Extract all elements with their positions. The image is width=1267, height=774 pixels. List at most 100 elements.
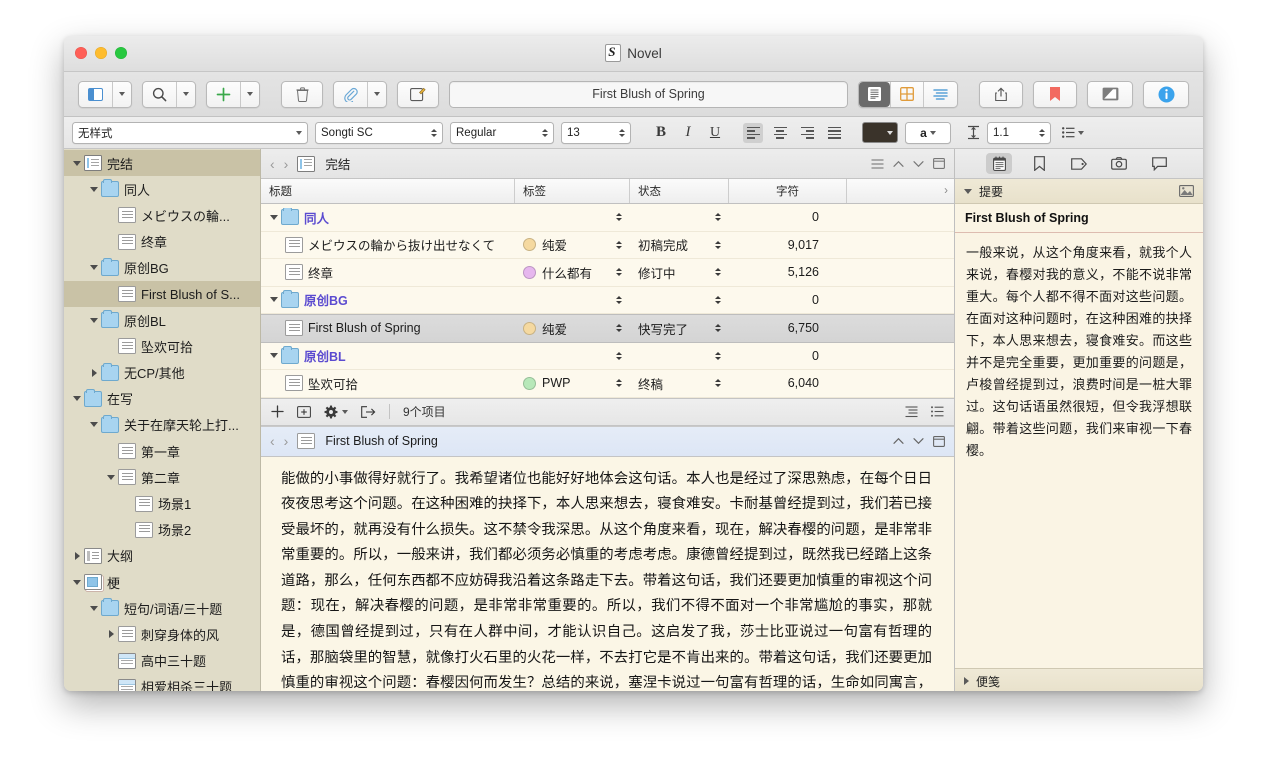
binder-item[interactable]: 原创BL xyxy=(64,307,260,333)
outliner-row[interactable]: 原创BL 0 xyxy=(261,343,954,370)
disclosure-triangle-icon[interactable] xyxy=(87,317,101,323)
chevron-up-icon[interactable] xyxy=(893,437,904,445)
search-button-group[interactable] xyxy=(142,80,196,108)
binder-item[interactable]: 终章 xyxy=(64,229,260,255)
disclosure-triangle-icon[interactable] xyxy=(267,353,281,359)
binder-item[interactable]: 高中三十题 xyxy=(64,648,260,674)
binder-item[interactable]: First Blush of S... xyxy=(64,280,260,308)
chevron-right-icon[interactable]: › xyxy=(284,156,289,172)
new-folder-icon[interactable] xyxy=(297,405,311,418)
view-corkboard-icon[interactable] xyxy=(890,81,923,107)
outliner-cell-status[interactable]: 快写完了 xyxy=(630,319,729,338)
stepper-icon[interactable] xyxy=(616,240,622,249)
synopsis-body[interactable]: 一般来说，从这个角度来看，就我个人来说，春樱对我的意义，不能不说非常重大。每个人… xyxy=(955,233,1203,668)
stepper-icon[interactable] xyxy=(616,295,622,304)
panel-layout-icon[interactable] xyxy=(79,82,112,107)
binder-item[interactable]: 坠欢可拾 xyxy=(64,333,260,359)
stepper-icon[interactable] xyxy=(616,351,622,360)
search-icon[interactable] xyxy=(143,82,176,107)
outliner-cell-title[interactable]: First Blush of Spring xyxy=(261,320,515,337)
split-view-icon[interactable] xyxy=(933,435,945,447)
stepper-icon[interactable] xyxy=(715,213,721,222)
disclosure-open-icon[interactable] xyxy=(964,188,972,194)
disclosure-triangle-icon[interactable] xyxy=(104,630,118,639)
stepper-icon[interactable] xyxy=(715,351,721,360)
outliner-cell-label[interactable]: 纯爱 xyxy=(515,235,630,254)
align-center-icon[interactable] xyxy=(770,123,790,143)
outliner-column-headers[interactable]: 标题 标签 状态 字符 › xyxy=(261,179,954,204)
document-title-field[interactable]: First Blush of Spring xyxy=(449,80,848,108)
binder-item[interactable]: 完结 xyxy=(64,150,260,177)
chevron-up-icon[interactable] xyxy=(893,160,904,168)
column-header-label[interactable]: 标签 xyxy=(515,179,630,203)
binder-item[interactable]: 关于在摩天轮上打... xyxy=(64,412,260,438)
disclosure-triangle-icon[interactable] xyxy=(87,186,101,192)
image-placeholder-icon[interactable] xyxy=(1179,185,1194,197)
disclosure-triangle-icon[interactable] xyxy=(87,422,101,428)
outliner-cell-status[interactable]: 初稿完成 xyxy=(630,235,729,254)
binder-item[interactable]: 场景2 xyxy=(64,517,260,543)
chevron-right-icon[interactable]: › xyxy=(284,433,289,449)
bookmark-icon[interactable] xyxy=(1026,153,1052,174)
hamburger-icon[interactable] xyxy=(871,158,884,169)
chevron-down-icon[interactable] xyxy=(913,160,924,168)
stepper-icon[interactable] xyxy=(616,213,622,222)
columns-options-icon[interactable] xyxy=(931,406,944,417)
inspector-button[interactable] xyxy=(1143,80,1189,108)
outliner-cell-title[interactable]: メビウスの輪から抜け出せなくて xyxy=(261,235,515,254)
disclosure-triangle-icon[interactable] xyxy=(87,605,101,611)
binder-item[interactable]: 第二章 xyxy=(64,464,260,490)
disclosure-triangle-icon[interactable] xyxy=(70,160,84,166)
gear-icon[interactable] xyxy=(324,405,348,419)
outliner-cell-title[interactable]: 原创BL xyxy=(261,346,515,365)
disclosure-closed-icon[interactable] xyxy=(964,677,969,685)
chevron-left-icon[interactable]: ‹ xyxy=(270,156,275,172)
bookmark-button[interactable] xyxy=(1033,80,1077,108)
add-button-group[interactable] xyxy=(206,80,260,108)
synopsis-title[interactable]: First Blush of Spring xyxy=(955,204,1203,233)
binder-item[interactable]: 原创BG xyxy=(64,255,260,281)
column-header-status[interactable]: 状态 xyxy=(630,179,729,203)
view-mode-group[interactable] xyxy=(858,80,958,108)
camera-snapshot-icon[interactable] xyxy=(1106,153,1132,174)
outliner-table[interactable]: 同人 0 メビウスの輪から抜け出せなくて 纯爱 初稿完成 9,017 终章 什么都有 修订中 5,… xyxy=(261,204,954,398)
binder-item[interactable]: 刺穿身体的风 xyxy=(64,621,260,647)
outliner-row[interactable]: 终章 什么都有 修订中 5,126 xyxy=(261,259,954,287)
outliner-row[interactable]: 坠欢可拾 PWP 终稿 6,040 xyxy=(261,370,954,398)
outliner-row[interactable]: 原创BG 0 xyxy=(261,287,954,314)
stepper-icon[interactable] xyxy=(715,379,721,388)
stepper-icon[interactable] xyxy=(715,268,721,277)
outliner-row[interactable]: 同人 0 xyxy=(261,204,954,232)
trash-button[interactable] xyxy=(281,80,323,108)
plus-icon[interactable] xyxy=(207,82,240,107)
font-family-select[interactable]: Songti SC xyxy=(315,121,443,144)
disclosure-triangle-icon[interactable] xyxy=(70,579,84,585)
disclosure-triangle-icon[interactable] xyxy=(104,474,118,480)
layout-button-group[interactable] xyxy=(78,80,132,108)
column-header-title[interactable]: 标题 xyxy=(261,179,515,203)
binder-item[interactable]: 场景1 xyxy=(64,490,260,516)
italic-button[interactable]: I xyxy=(678,123,698,143)
search-dropdown-chevron-icon[interactable] xyxy=(176,81,195,107)
stepper-icon[interactable] xyxy=(715,295,721,304)
text-color-swatch[interactable] xyxy=(862,122,898,143)
outliner-cell-title[interactable]: 坠欢可拾 xyxy=(261,374,515,393)
tag-icon[interactable] xyxy=(1066,153,1092,174)
column-header-chars[interactable]: 字符 xyxy=(729,179,847,203)
text-highlight-icon[interactable]: a xyxy=(905,121,951,144)
compose-button[interactable] xyxy=(397,80,439,108)
attach-button-group[interactable] xyxy=(333,80,387,108)
split-view-icon[interactable] xyxy=(933,158,945,169)
binder-item[interactable]: 在写 xyxy=(64,386,260,412)
binder-item[interactable]: 大纲 xyxy=(64,543,260,569)
disclosure-triangle-icon[interactable] xyxy=(87,368,101,377)
notes-section-header[interactable]: 便笺 xyxy=(955,668,1203,691)
export-icon[interactable] xyxy=(361,405,376,418)
outliner-cell-label[interactable]: PWP xyxy=(515,376,630,390)
outliner-cell-title[interactable]: 终章 xyxy=(261,263,515,282)
binder-item[interactable]: 无CP/其他 xyxy=(64,360,260,386)
paragraph-style-select[interactable]: 无样式 xyxy=(72,121,308,144)
font-size-select[interactable]: 13 xyxy=(561,121,631,144)
outliner-cell-label[interactable]: 什么都有 xyxy=(515,263,630,282)
stepper-icon[interactable] xyxy=(616,324,622,333)
